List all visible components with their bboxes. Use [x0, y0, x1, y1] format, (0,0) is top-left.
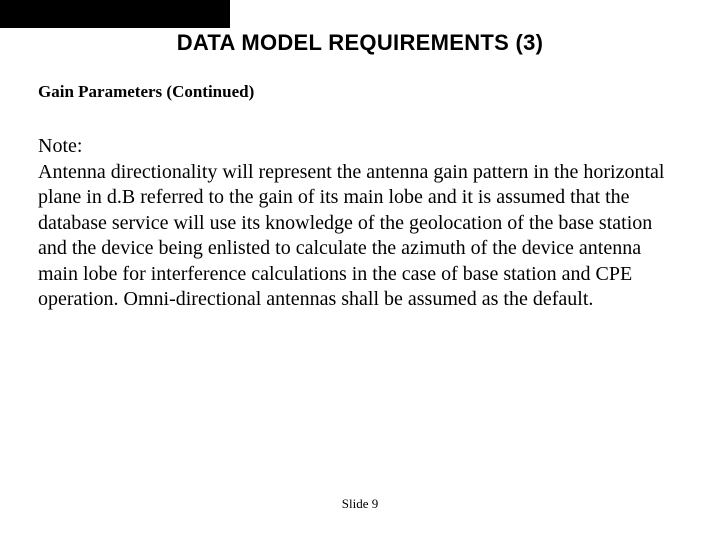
slide-footer: Slide 9 [0, 496, 720, 512]
body-text: Antenna directionality will represent th… [38, 160, 668, 312]
top-black-bar [0, 0, 230, 28]
note-label: Note: [38, 135, 82, 158]
page-title: DATA MODEL REQUIREMENTS (3) [0, 30, 720, 56]
subtitle: Gain Parameters (Continued) [38, 82, 254, 102]
